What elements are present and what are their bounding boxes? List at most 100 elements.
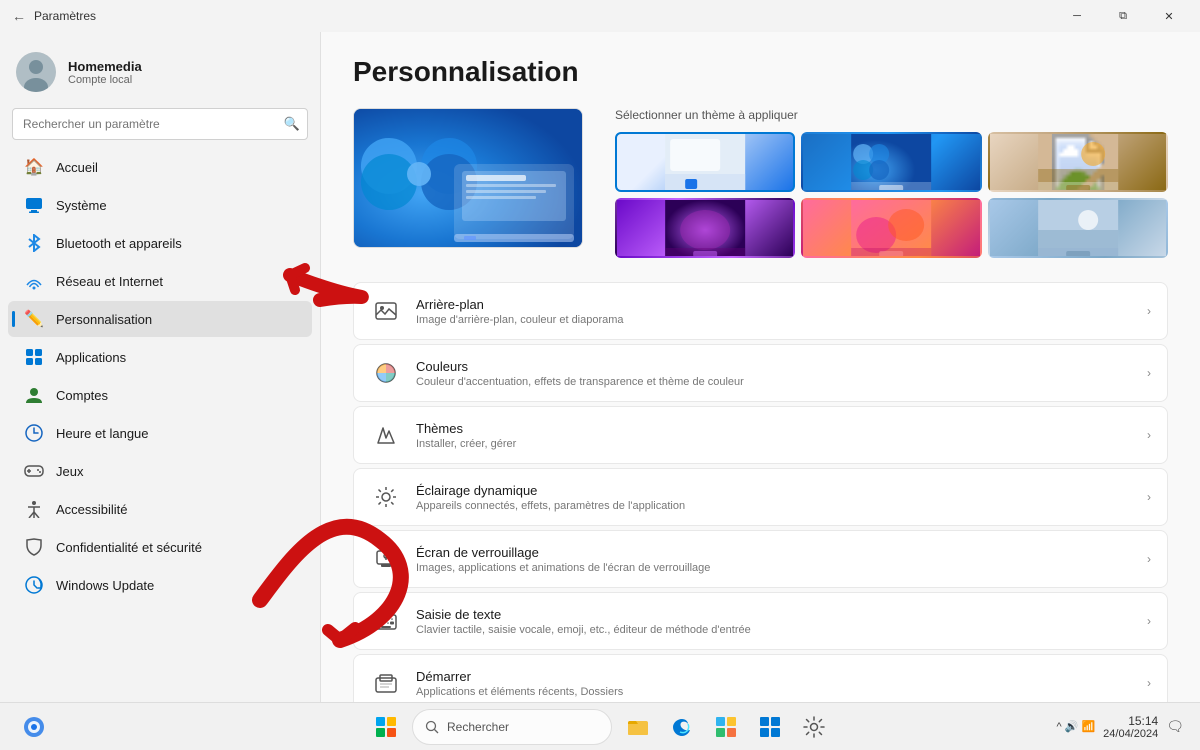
chevron-right-icon: › xyxy=(1147,304,1151,318)
settings-item-title: Saisie de texte xyxy=(416,607,1139,622)
taskbar-search[interactable]: Rechercher xyxy=(412,709,612,745)
user-profile[interactable]: Homemedia Compte local xyxy=(0,40,320,108)
chevron-right-icon: › xyxy=(1147,490,1151,504)
close-button[interactable]: ✕ xyxy=(1146,0,1192,32)
user-name: Homemedia xyxy=(68,59,142,74)
sidebar-item-accessibilite[interactable]: Accessibilité xyxy=(8,491,312,527)
settings-item-text: Écran de verrouillage Images, applicatio… xyxy=(416,545,1139,574)
settings-item-desc: Couleur d'accentuation, effets de transp… xyxy=(416,376,1139,388)
taskbar-right: ^ 🔊 📶 15:14 24/04/2024 🗨 xyxy=(1056,714,1184,740)
cortana-icon[interactable] xyxy=(16,709,52,745)
settings-item-themes[interactable]: Thèmes Installer, créer, gérer › xyxy=(353,406,1168,464)
settings-item-text: Thèmes Installer, créer, gérer xyxy=(416,421,1139,450)
search-input[interactable] xyxy=(12,108,308,140)
network-icon xyxy=(24,271,44,291)
sidebar-item-label: Applications xyxy=(56,350,126,365)
chevron-right-icon: › xyxy=(1147,676,1151,690)
theme-section: Sélectionner un thème à appliquer xyxy=(353,108,1168,258)
settings-list: Arrière-plan Image d'arrière-plan, coule… xyxy=(353,282,1168,702)
taskbar-store-icon[interactable] xyxy=(708,709,744,745)
theme-grid xyxy=(615,132,1168,258)
sidebar-item-bluetooth[interactable]: Bluetooth et appareils xyxy=(8,225,312,261)
taskbar-explorer-icon[interactable] xyxy=(620,709,656,745)
theme-thumb-5[interactable] xyxy=(801,198,981,258)
chevron-right-icon: › xyxy=(1147,552,1151,566)
settings-item-verrouillage[interactable]: Écran de verrouillage Images, applicatio… xyxy=(353,530,1168,588)
restore-button[interactable]: ⧉ xyxy=(1100,0,1146,32)
sidebar-item-jeux[interactable]: Jeux xyxy=(8,453,312,489)
theme-thumb-2[interactable] xyxy=(801,132,981,192)
user-account: Compte local xyxy=(68,74,142,86)
notification-icon[interactable]: 🗨 xyxy=(1166,718,1184,735)
taskbar: Rechercher xyxy=(0,702,1200,750)
taskbar-settings-quick-icon[interactable] xyxy=(752,709,788,745)
settings-item-text: Saisie de texte Clavier tactile, saisie … xyxy=(416,607,1139,636)
minimize-button[interactable]: ─ xyxy=(1054,0,1100,32)
settings-item-desc: Installer, créer, gérer xyxy=(416,438,1139,450)
settings-item-desc: Appareils connectés, effets, paramètres … xyxy=(416,500,1139,512)
system-tray-icons: ^ 🔊 📶 xyxy=(1056,720,1095,733)
theme-preview-inner xyxy=(354,109,582,247)
start-button[interactable] xyxy=(368,709,404,745)
taskbar-edge-icon[interactable] xyxy=(664,709,700,745)
sidebar-item-label: Confidentialité et sécurité xyxy=(56,540,202,555)
sidebar-item-systeme[interactable]: Système xyxy=(8,187,312,223)
time-block[interactable]: 15:14 24/04/2024 xyxy=(1103,714,1158,740)
sidebar-item-label: Jeux xyxy=(56,464,83,479)
accessibility-icon xyxy=(24,499,44,519)
taskbar-center: Rechercher xyxy=(368,709,832,745)
taskbar-search-label: Rechercher xyxy=(447,720,509,734)
taskbar-settings-icon[interactable] xyxy=(796,709,832,745)
settings-item-arriere-plan[interactable]: Arrière-plan Image d'arrière-plan, coule… xyxy=(353,282,1168,340)
sidebar-item-personnalisation[interactable]: ✏️ Personnalisation xyxy=(8,301,312,337)
sidebar-item-label: Personnalisation xyxy=(56,312,152,327)
sidebar-item-accueil[interactable]: 🏠 Accueil xyxy=(8,149,312,185)
sidebar-item-label: Comptes xyxy=(56,388,108,403)
accounts-icon xyxy=(24,385,44,405)
active-indicator xyxy=(12,311,15,327)
sidebar-item-heure[interactable]: Heure et langue xyxy=(8,415,312,451)
settings-item-title: Écran de verrouillage xyxy=(416,545,1139,560)
settings-item-desc: Images, applications et animations de l'… xyxy=(416,562,1139,574)
apps-icon xyxy=(24,347,44,367)
settings-item-text: Couleurs Couleur d'accentuation, effets … xyxy=(416,359,1139,388)
sidebar-item-label: Système xyxy=(56,198,107,213)
settings-item-eclairage[interactable]: Éclairage dynamique Appareils connectés,… xyxy=(353,468,1168,526)
theme-thumb-3[interactable] xyxy=(988,132,1168,192)
eclairage-icon xyxy=(370,481,402,513)
arriere-plan-icon xyxy=(370,295,402,327)
personalisation-icon: ✏️ xyxy=(24,309,44,329)
theme-thumb-4[interactable] xyxy=(615,198,795,258)
chevron-right-icon: › xyxy=(1147,428,1151,442)
search-icon: 🔍 xyxy=(284,116,300,132)
sidebar-item-confidentialite[interactable]: Confidentialité et sécurité xyxy=(8,529,312,565)
app-container: Homemedia Compte local 🔍 🏠 Accueil Systè… xyxy=(0,32,1200,702)
sidebar-item-applications[interactable]: Applications xyxy=(8,339,312,375)
settings-item-text: Démarrer Applications et éléments récent… xyxy=(416,669,1139,698)
system-icon xyxy=(24,195,44,215)
sidebar-item-label: Heure et langue xyxy=(56,426,149,441)
theme-grid-label: Sélectionner un thème à appliquer xyxy=(615,108,1168,122)
content-area: Personnalisation xyxy=(320,32,1200,702)
settings-item-demarrer[interactable]: Démarrer Applications et éléments récent… xyxy=(353,654,1168,702)
sidebar-item-label: Accueil xyxy=(56,160,98,175)
settings-item-title: Arrière-plan xyxy=(416,297,1139,312)
sidebar-item-comptes[interactable]: Comptes xyxy=(8,377,312,413)
sidebar-item-windowsupdate[interactable]: Windows Update xyxy=(8,567,312,603)
theme-thumb-6[interactable] xyxy=(988,198,1168,258)
settings-item-desc: Clavier tactile, saisie vocale, emoji, e… xyxy=(416,624,1139,636)
saisie-icon xyxy=(370,605,402,637)
home-icon: 🏠 xyxy=(24,157,44,177)
settings-item-saisie[interactable]: Saisie de texte Clavier tactile, saisie … xyxy=(353,592,1168,650)
back-icon[interactable]: ← xyxy=(12,8,26,24)
taskbar-left xyxy=(16,709,52,745)
settings-item-desc: Image d'arrière-plan, couleur et diapora… xyxy=(416,314,1139,326)
sidebar-item-reseau[interactable]: Réseau et Internet xyxy=(8,263,312,299)
theme-thumb-1[interactable] xyxy=(615,132,795,192)
settings-item-desc: Applications et éléments récents, Dossie… xyxy=(416,686,1139,698)
sidebar: Homemedia Compte local 🔍 🏠 Accueil Systè… xyxy=(0,32,320,702)
settings-item-couleurs[interactable]: Couleurs Couleur d'accentuation, effets … xyxy=(353,344,1168,402)
sidebar-item-label: Windows Update xyxy=(56,578,154,593)
user-info: Homemedia Compte local xyxy=(68,59,142,86)
settings-item-title: Thèmes xyxy=(416,421,1139,436)
